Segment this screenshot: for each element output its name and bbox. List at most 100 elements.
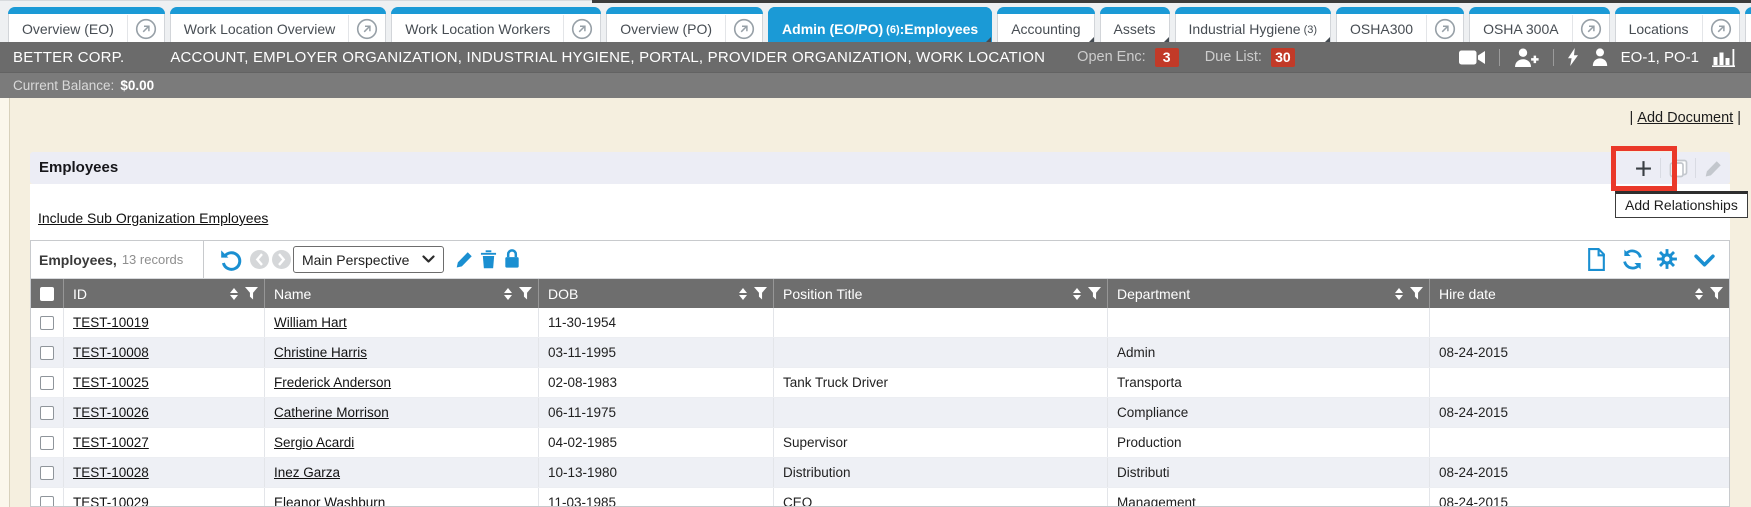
employee-name-link[interactable]: Frederick Anderson [274, 375, 391, 390]
employee-id-link[interactable]: TEST-10019 [73, 315, 149, 330]
tab[interactable]: Referred Orders [1745, 7, 1751, 42]
add-person-icon[interactable] [1513, 48, 1540, 67]
tab[interactable]: Work Location Workers [391, 7, 601, 42]
employee-id-link[interactable]: TEST-10025 [73, 375, 149, 390]
tab[interactable]: Overview (PO) [606, 7, 763, 42]
undo-button[interactable] [219, 247, 243, 276]
cell-name: Eleanor Washburn [265, 488, 539, 507]
filter-icon[interactable] [1088, 287, 1101, 300]
select-all-checkbox[interactable] [40, 287, 54, 301]
row-checkbox[interactable] [40, 406, 54, 420]
grid-title: Employees, [39, 252, 117, 268]
filter-icon[interactable] [1410, 287, 1423, 300]
column-header-label: Hire date [1439, 286, 1695, 302]
popout-icon[interactable] [1702, 15, 1739, 42]
filter-icon[interactable] [519, 287, 532, 300]
left-edge-strip [0, 98, 10, 507]
tab[interactable]: OSHA 300A [1469, 7, 1610, 42]
cell-dob: 11-30-1954 [539, 308, 774, 337]
employee-name-link[interactable]: Christine Harris [274, 345, 367, 360]
row-checkbox[interactable] [40, 316, 54, 330]
perspective-select[interactable]: Main Perspective [293, 246, 444, 273]
video-camera-icon[interactable] [1459, 49, 1486, 66]
modules-breadcrumb: ACCOUNT, EMPLOYER ORGANIZATION, INDUSTRI… [170, 49, 1045, 66]
tab-label: Admin (EO/PO) [782, 21, 883, 37]
employee-name-link[interactable]: William Hart [274, 315, 347, 330]
popout-icon[interactable] [563, 15, 600, 42]
popout-icon[interactable] [127, 15, 164, 42]
employee-id-link[interactable]: TEST-10008 [73, 345, 149, 360]
cell-position-title: CEO [774, 488, 1108, 507]
employee-id-link[interactable]: TEST-10029 [73, 495, 149, 507]
filter-icon[interactable] [754, 287, 767, 300]
sort-icon[interactable] [1073, 288, 1081, 300]
employee-name-link[interactable]: Catherine Morrison [274, 405, 389, 420]
prev-page-button[interactable] [250, 250, 269, 269]
app-window: Overview (EO) Work Location Overview Wor… [0, 0, 1751, 507]
tab[interactable]: Admin (EO/PO) (6) :Employees [768, 7, 992, 42]
cell-hire-date: 08-24-2015 [1430, 488, 1729, 507]
table-row: TEST-10025 Frederick Anderson 02-08-1983… [31, 368, 1729, 398]
tab[interactable]: Accounting [997, 7, 1094, 42]
add-document-link[interactable]: Add Document [1637, 110, 1733, 126]
tab[interactable]: Locations [1615, 7, 1740, 42]
popout-icon[interactable] [348, 15, 385, 42]
include-sub-org-link[interactable]: Include Sub Organization Employees [38, 210, 268, 226]
cell-department: Distributi [1108, 458, 1430, 487]
sort-icon[interactable] [739, 288, 747, 300]
new-document-button[interactable] [1587, 248, 1606, 276]
bar-chart-icon[interactable] [1712, 48, 1737, 67]
person-icon[interactable] [1592, 48, 1608, 66]
edit-button[interactable] [1696, 159, 1730, 178]
table-row: TEST-10028 Inez Garza 10-13-1980 Distrib… [31, 458, 1729, 488]
tab-accent-bar [170, 7, 386, 14]
employee-id-link[interactable]: TEST-10028 [73, 465, 149, 480]
tab[interactable]: OSHA300 [1336, 7, 1464, 42]
next-page-button[interactable] [272, 250, 291, 269]
open-enc-badge[interactable]: 3 [1155, 48, 1179, 67]
row-checkbox[interactable] [40, 436, 54, 450]
employee-name-link[interactable]: Eleanor Washburn [274, 495, 385, 507]
popout-icon[interactable] [725, 15, 762, 42]
sort-icon[interactable] [1695, 288, 1703, 300]
delete-perspective-button[interactable] [480, 249, 497, 274]
cell-id: TEST-10019 [64, 308, 265, 337]
row-checkbox-cell [31, 368, 64, 397]
tab-accent-bar [768, 7, 992, 14]
sort-icon[interactable] [230, 288, 238, 300]
settings-button[interactable] [1656, 248, 1678, 275]
edit-perspective-button[interactable] [455, 250, 474, 274]
due-list-badge[interactable]: 30 [1271, 48, 1295, 67]
employee-name-link[interactable]: Inez Garza [274, 465, 340, 480]
row-checkbox[interactable] [40, 376, 54, 390]
tab[interactable]: Assets [1100, 7, 1170, 42]
popout-icon[interactable] [1426, 15, 1463, 42]
sort-icon[interactable] [1395, 288, 1403, 300]
employee-name-link[interactable]: Sergio Acardi [274, 435, 354, 450]
tab-label: Industrial Hygiene [1189, 21, 1301, 37]
tab-accent-bar [1336, 7, 1464, 14]
employee-id-link[interactable]: TEST-10026 [73, 405, 149, 420]
lock-perspective-button[interactable] [503, 248, 521, 274]
perspective-selected-value: Main Perspective [302, 252, 409, 268]
popout-icon[interactable] [1572, 15, 1609, 42]
refresh-button[interactable] [1621, 249, 1644, 275]
row-checkbox[interactable] [40, 346, 54, 360]
collapse-chevron-icon[interactable] [1694, 254, 1715, 272]
sort-icon[interactable] [504, 288, 512, 300]
column-header-label: DOB [548, 286, 739, 302]
filter-icon[interactable] [1710, 287, 1723, 300]
row-checkbox[interactable] [40, 466, 54, 480]
table-row: TEST-10008 Christine Harris 03-11-1995 A… [31, 338, 1729, 368]
row-checkbox-cell [31, 488, 64, 507]
row-checkbox[interactable] [40, 496, 54, 507]
cell-dob: 11-03-1985 [539, 488, 774, 507]
balance-bar: Current Balance: $0.00 [0, 72, 1751, 98]
org-bar: BETTER CORP. ACCOUNT, EMPLOYER ORGANIZAT… [0, 42, 1751, 72]
tab[interactable]: Work Location Overview [170, 7, 386, 42]
lightning-icon[interactable] [1567, 48, 1579, 66]
employee-id-link[interactable]: TEST-10027 [73, 435, 149, 450]
tab[interactable]: Industrial Hygiene (3) [1175, 7, 1332, 42]
filter-icon[interactable] [245, 287, 258, 300]
tab[interactable]: Overview (EO) [8, 7, 165, 42]
